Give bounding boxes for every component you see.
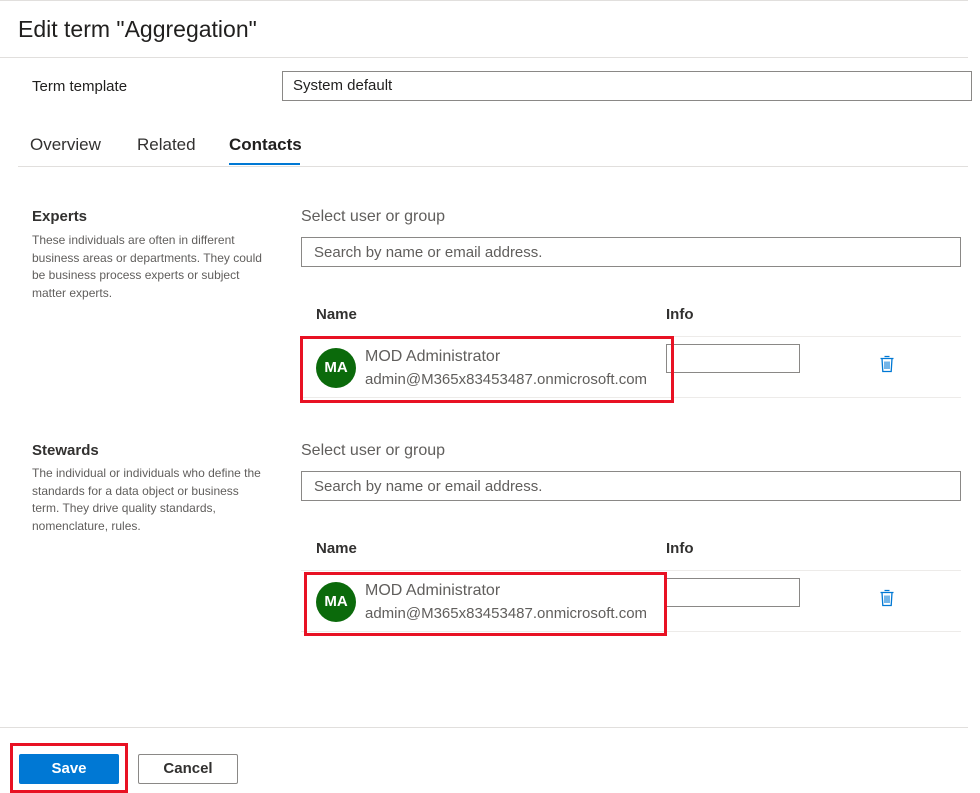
stewards-contact-highlight — [304, 572, 667, 636]
delete-icon[interactable] — [879, 589, 895, 607]
footer-divider — [0, 727, 968, 728]
term-template-select[interactable]: System default — [282, 71, 972, 101]
active-tab-indicator — [229, 163, 300, 165]
top-border — [0, 0, 968, 1]
contact-info-input[interactable] — [666, 344, 800, 373]
tab-contacts[interactable]: Contacts — [229, 135, 302, 155]
experts-name-column-header: Name — [316, 306, 357, 323]
tabs-divider — [18, 166, 968, 167]
stewards-name-column-header: Name — [316, 540, 357, 557]
experts-contact-highlight — [300, 336, 674, 403]
save-button-highlight — [10, 743, 128, 793]
cancel-button[interactable]: Cancel — [138, 754, 238, 784]
experts-search-input[interactable] — [301, 237, 961, 267]
stewards-info-column-header: Info — [666, 540, 694, 557]
tab-related[interactable]: Related — [137, 135, 196, 155]
contact-info-input[interactable] — [666, 578, 800, 607]
term-template-label: Term template — [32, 78, 128, 95]
tab-overview[interactable]: Overview — [30, 135, 101, 155]
experts-select-label: Select user or group — [301, 208, 446, 225]
stewards-select-label: Select user or group — [301, 442, 446, 459]
stewards-description: The individual or individuals who define… — [32, 466, 261, 533]
stewards-search-input[interactable] — [301, 471, 961, 501]
experts-title: Experts — [32, 208, 88, 225]
experts-description: These individuals are often in different… — [32, 233, 262, 300]
stewards-title: Stewards — [32, 442, 99, 459]
experts-info-column-header: Info — [666, 306, 694, 323]
header-divider — [0, 57, 968, 58]
delete-icon[interactable] — [879, 355, 895, 373]
dialog-title: Edit term "Aggregation" — [18, 16, 257, 42]
